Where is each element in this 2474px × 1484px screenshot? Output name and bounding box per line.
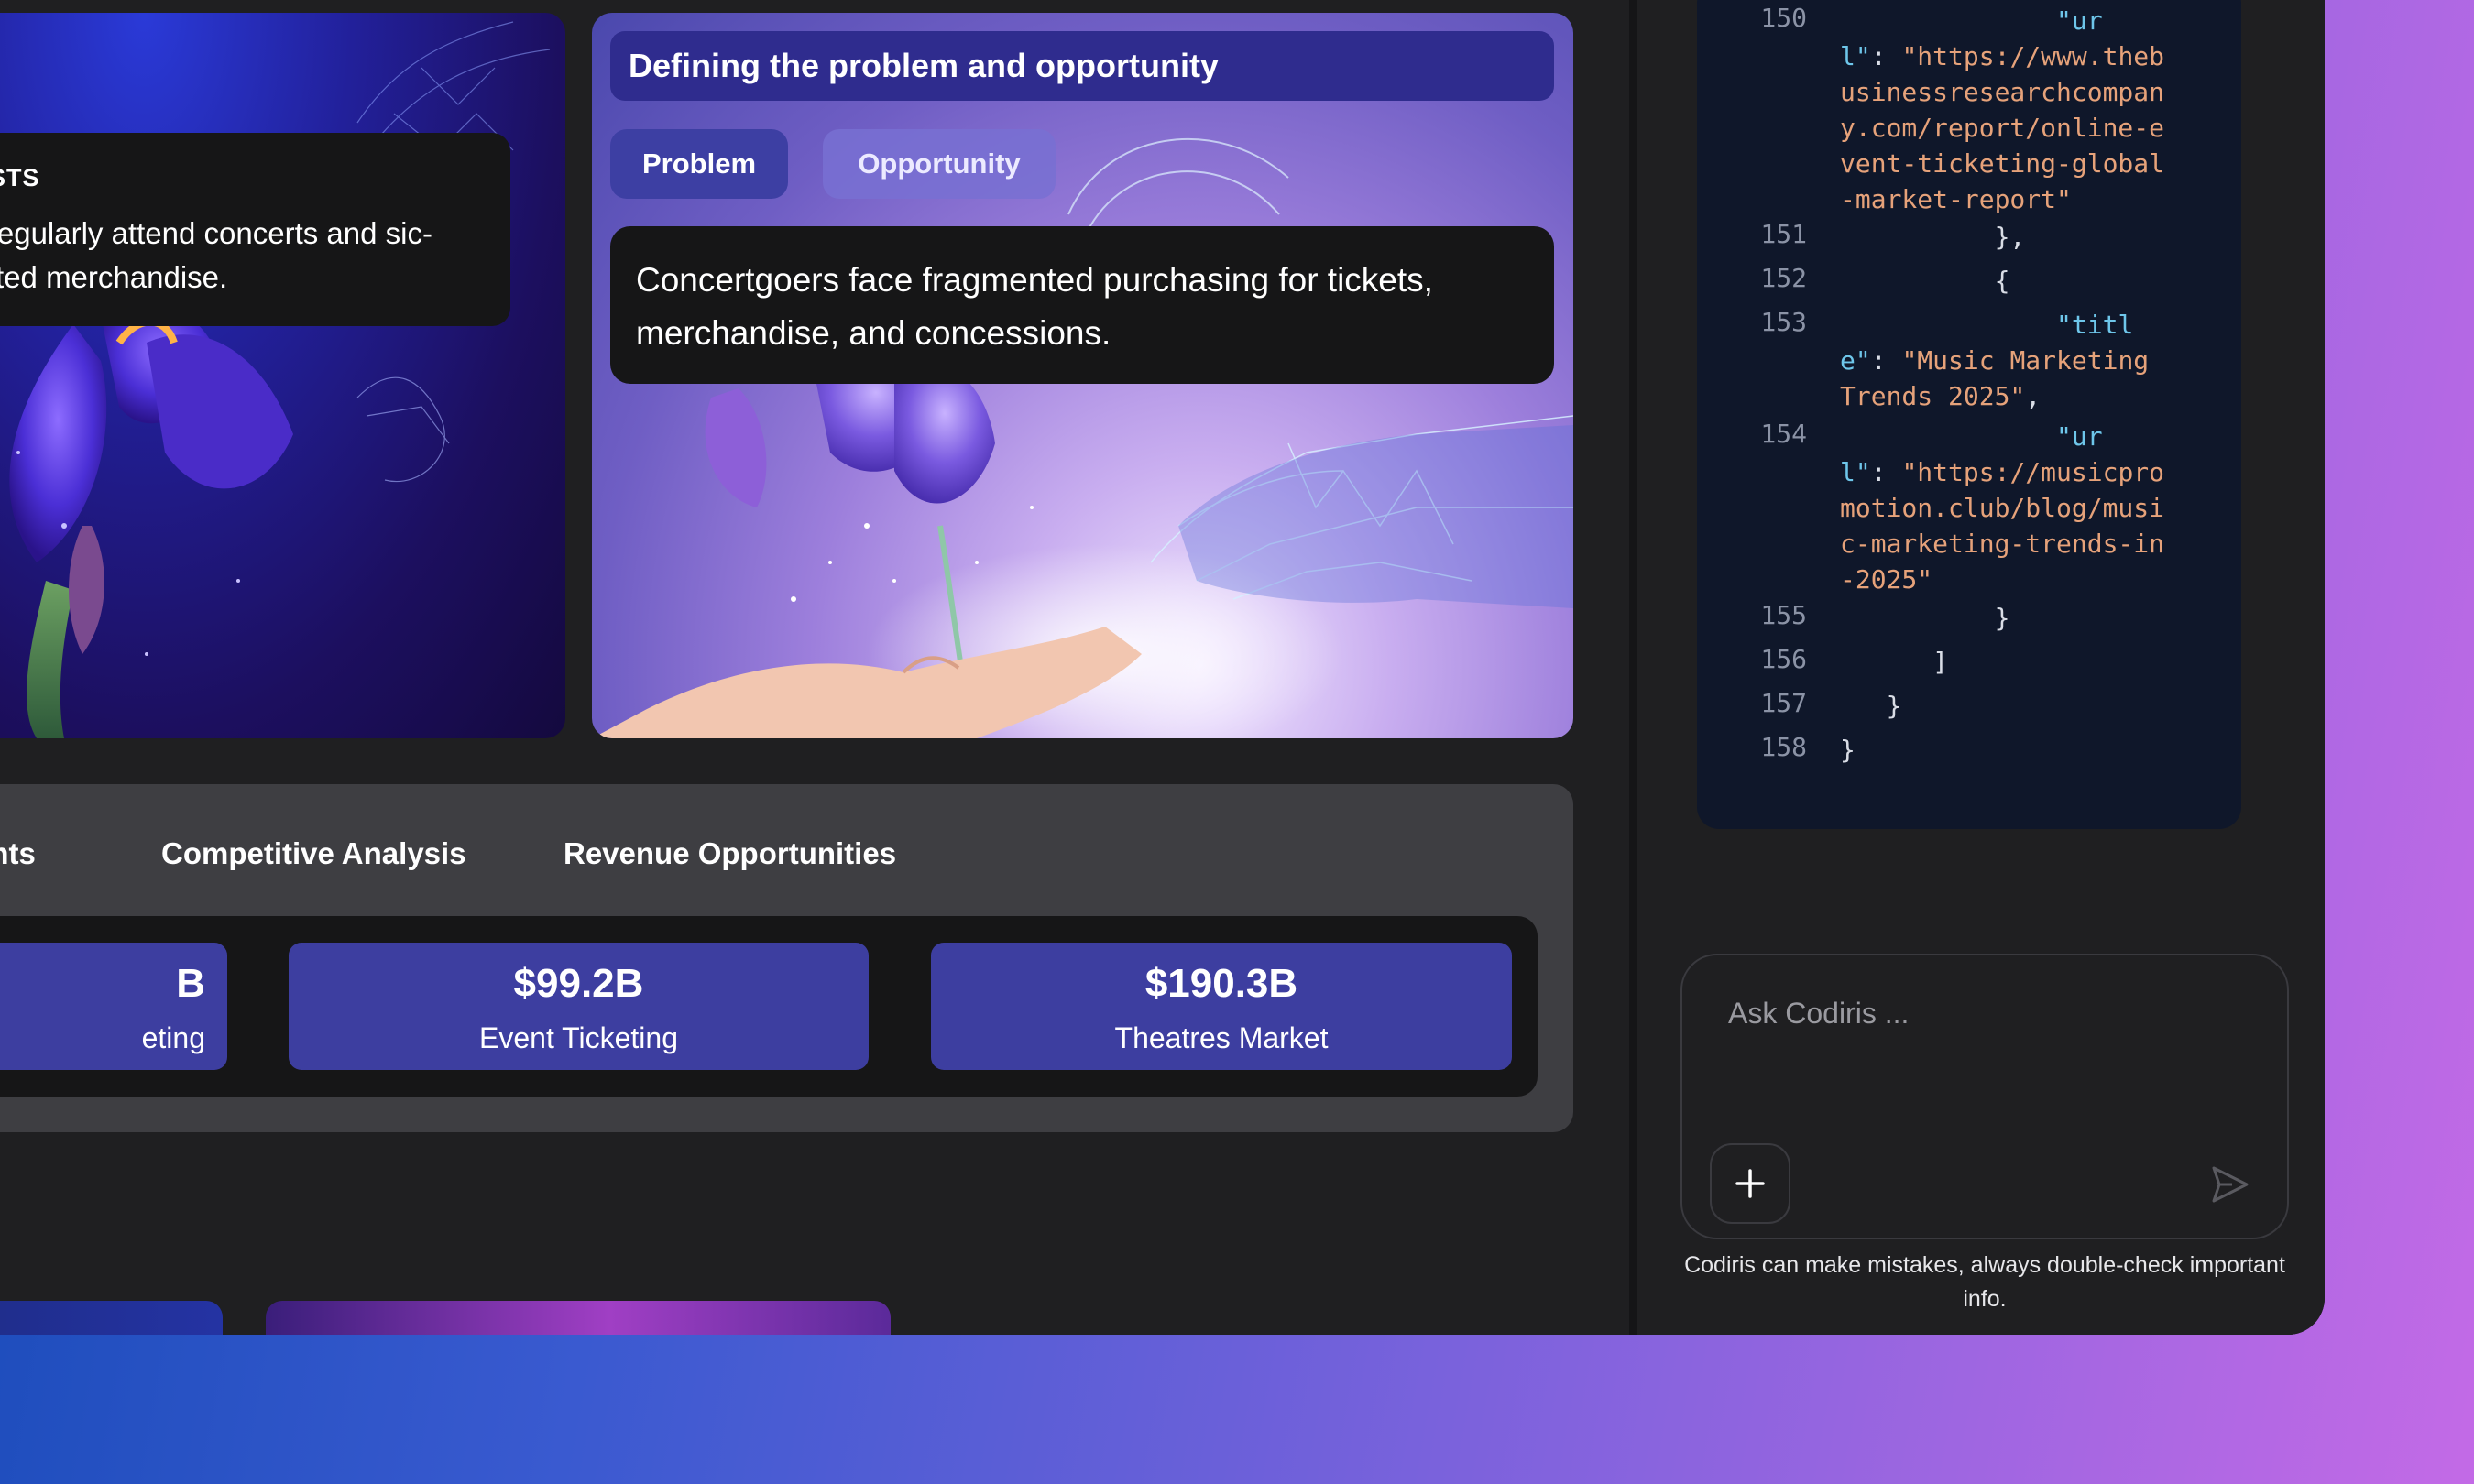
- send-icon: [2212, 1166, 2249, 1203]
- tab-opportunity[interactable]: Opportunity: [823, 129, 1056, 199]
- code-block: 150 "ur l": "https://www.theb usinessres…: [1697, 0, 2241, 829]
- audience-description: ho regularly attend concerts and sic-rel…: [0, 216, 432, 294]
- problem-card[interactable]: Defining the problem and opportunity Pro…: [592, 13, 1573, 738]
- code-text: "titl e": "Music Marketing Trends 2025",: [1840, 310, 2150, 411]
- line-number: 157: [1760, 688, 1807, 718]
- metric-card: $190.3B Theatres Market: [931, 943, 1512, 1070]
- code-text: {: [1840, 266, 2010, 296]
- tab-competitive-analysis[interactable]: Competitive Analysis: [161, 836, 466, 871]
- plus-icon: [1735, 1169, 1765, 1198]
- market-metrics: B eting $99.2B Event Ticketing $190.3B T…: [0, 916, 1538, 1097]
- app-window: SIASTS ho regularly attend concerts and …: [0, 0, 2325, 1335]
- line-number: 153: [1760, 307, 1807, 337]
- metric-card: B eting: [0, 943, 227, 1070]
- problem-card-title: Defining the problem and opportunity: [610, 31, 1554, 101]
- line-number: 152: [1760, 263, 1807, 293]
- tab-revenue-opportunities[interactable]: Revenue Opportunities: [564, 836, 896, 871]
- audience-info-box: SIASTS ho regularly attend concerts and …: [0, 133, 510, 326]
- metric-label: Theatres Market: [1114, 1021, 1329, 1054]
- code-text: },: [1840, 222, 2026, 252]
- line-number: 158: [1760, 732, 1807, 762]
- chat-input[interactable]: [1726, 996, 2243, 1031]
- audience-card[interactable]: SIASTS ho regularly attend concerts and …: [0, 13, 565, 738]
- code-text: }: [1840, 735, 1856, 765]
- main-content: SIASTS ho regularly attend concerts and …: [0, 0, 1629, 1335]
- line-number: 154: [1760, 419, 1807, 449]
- line-number: 151: [1760, 219, 1807, 249]
- line-number: 156: [1760, 644, 1807, 674]
- tab-problem[interactable]: Problem: [610, 129, 788, 199]
- metric-value: $99.2B: [513, 961, 644, 1006]
- panel-divider[interactable]: [1629, 0, 1637, 1335]
- assistant-sidebar: 150 "ur l": "https://www.theb usinessres…: [1637, 0, 2325, 1335]
- metric-label: eting: [141, 1021, 205, 1054]
- send-button[interactable]: [2205, 1159, 2256, 1210]
- problem-description: Concertgoers face fragmented purchasing …: [610, 226, 1554, 384]
- tab-pain-points[interactable]: oints: [0, 836, 36, 871]
- metric-value: $190.3B: [1144, 961, 1298, 1006]
- attach-button[interactable]: [1710, 1143, 1790, 1224]
- code-text: ]: [1840, 647, 1949, 677]
- thumbnail-card[interactable]: [266, 1301, 891, 1335]
- disclaimer-text: Codiris can make mistakes, always double…: [1684, 1252, 2285, 1312]
- line-number: 150: [1760, 3, 1807, 33]
- audience-title: SIASTS: [0, 164, 40, 191]
- metric-value: B: [176, 961, 205, 1006]
- market-analysis-panel: oints Competitive Analysis Revenue Oppor…: [0, 784, 1573, 1132]
- iris-illustration: [9, 21, 551, 738]
- line-number: 155: [1760, 600, 1807, 630]
- metric-label: Event Ticketing: [479, 1021, 678, 1054]
- code-text: "ur l": "https://musicpro motion.club/bl…: [1840, 421, 2165, 595]
- metric-card: $99.2B Event Ticketing: [289, 943, 869, 1070]
- code-text: }: [1840, 691, 1902, 721]
- chat-composer: [1680, 954, 2289, 1239]
- thumbnail-card[interactable]: [0, 1301, 223, 1335]
- code-text: "ur l": "https://www.theb usinessresearc…: [1840, 5, 2165, 214]
- code-text: }: [1840, 603, 2010, 633]
